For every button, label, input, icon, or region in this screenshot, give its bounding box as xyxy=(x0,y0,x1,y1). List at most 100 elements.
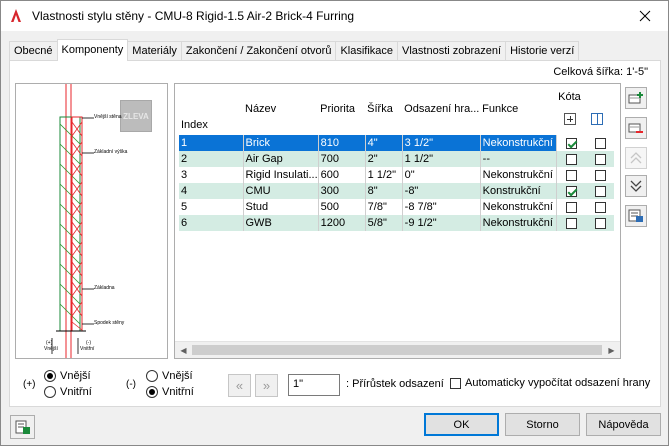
column-header-name[interactable]: Název xyxy=(243,87,318,135)
tab-general[interactable]: Obecné xyxy=(9,41,58,61)
row-width[interactable]: 5/8" xyxy=(365,215,403,231)
tab-endcaps[interactable]: Zakončení / Zakončení otvorů xyxy=(180,41,337,61)
table-row[interactable]: 6 GWB 1200 5/8" -9 1/2" Nekonstrukční xyxy=(179,215,615,231)
dimension-center-checkbox[interactable] xyxy=(594,201,606,213)
column-header-width[interactable]: Šířka xyxy=(365,87,402,135)
plus-side-inner-option[interactable]: Vnitřní xyxy=(44,384,92,400)
scroll-left-arrow-icon[interactable]: ◀ xyxy=(175,342,192,358)
tab-materials[interactable]: Materiály xyxy=(127,41,182,61)
row-function[interactable]: Nekonstrukční xyxy=(480,215,557,231)
dimension-center-checkbox[interactable] xyxy=(594,137,606,149)
row-name[interactable]: Air Gap xyxy=(243,151,319,167)
ok-button[interactable]: OK xyxy=(424,413,499,436)
row-name[interactable]: Rigid Insulati... xyxy=(243,167,319,183)
row-offset[interactable]: -8 7/8" xyxy=(402,199,481,215)
dimension-outer-checkbox[interactable] xyxy=(565,153,577,165)
dimension-outer-checkbox[interactable] xyxy=(565,201,577,213)
row-width[interactable]: 2" xyxy=(365,151,403,167)
row-name[interactable]: GWB xyxy=(243,215,319,231)
row-offset[interactable]: 0" xyxy=(402,167,481,183)
preview-inner-label: Vnitřní xyxy=(80,346,95,352)
minus-side-radio-group: Vnější Vnitřní xyxy=(146,368,194,400)
row-priority[interactable]: 500 xyxy=(318,199,366,215)
column-header-index[interactable]: Index xyxy=(179,87,243,135)
column-header-function[interactable]: Funkce xyxy=(480,87,556,135)
shift-right-button[interactable]: » xyxy=(255,374,278,397)
help-button[interactable]: Nápověda xyxy=(586,413,661,436)
table-row[interactable]: 4 CMU 300 8" -8" Konstrukční xyxy=(179,183,615,199)
remove-component-button[interactable] xyxy=(625,117,647,139)
dialog-window: Vlastnosti stylu stěny - CMU-8 Rigid-1.5… xyxy=(0,0,669,446)
horizontal-scrollbar[interactable]: ◀ ▶ xyxy=(175,341,620,358)
row-function[interactable]: Nekonstrukční xyxy=(480,199,557,215)
move-down-button[interactable] xyxy=(625,175,647,197)
row-function[interactable]: Konstrukční xyxy=(480,183,557,199)
tab-classification[interactable]: Klasifikace xyxy=(335,41,399,61)
offset-increment-input[interactable]: 1" xyxy=(288,374,340,396)
row-offset[interactable]: 1 1/2" xyxy=(402,151,481,167)
table-row[interactable]: 2 Air Gap 700 2" 1 1/2" -- xyxy=(179,151,615,167)
dimension-center-checkbox[interactable] xyxy=(594,169,606,181)
tab-version-history[interactable]: Historie verzí xyxy=(505,41,580,61)
row-width[interactable]: 8" xyxy=(365,183,403,199)
dimension-center-checkbox[interactable] xyxy=(594,153,606,165)
row-name[interactable]: Brick xyxy=(243,135,319,151)
row-offset[interactable]: -8" xyxy=(402,183,481,199)
table-row[interactable]: 3 Rigid Insulati... 600 1 1/2" 0" Nekons… xyxy=(179,167,614,183)
row-index: 5 xyxy=(179,199,244,215)
row-priority[interactable]: 1200 xyxy=(318,215,366,231)
auto-offset-option[interactable]: Automaticky vypočítat odsazení hrany xyxy=(450,377,650,389)
row-priority[interactable]: 600 xyxy=(318,167,366,183)
tab-components[interactable]: Komponenty xyxy=(56,39,129,61)
row-offset[interactable]: 3 1/2" xyxy=(402,135,481,151)
row-index: 6 xyxy=(179,215,244,231)
dimension-outer-checkbox[interactable] xyxy=(565,137,577,149)
row-offset[interactable]: -9 1/2" xyxy=(402,215,481,231)
dimension-outer-checkbox[interactable] xyxy=(565,217,577,229)
column-header-dimension[interactable]: Kóta xyxy=(556,87,614,135)
cancel-button[interactable]: Storno xyxy=(505,413,580,436)
tab-display-properties[interactable]: Vlastnosti zobrazení xyxy=(397,41,507,61)
add-component-button[interactable] xyxy=(625,87,647,109)
table-row[interactable]: 1 Brick 810 4" 3 1/2" Nekonstrukční xyxy=(179,135,615,151)
scrollbar-thumb[interactable] xyxy=(192,345,602,355)
column-header-priority[interactable]: Priorita xyxy=(318,87,365,135)
row-function[interactable]: Nekonstrukční xyxy=(480,167,557,183)
row-function[interactable]: -- xyxy=(480,151,557,167)
row-priority[interactable]: 300 xyxy=(318,183,366,199)
move-up-button[interactable] xyxy=(625,147,647,169)
column-header-edge-offset[interactable]: Odsazení hra... xyxy=(402,87,480,135)
row-priority[interactable]: 700 xyxy=(318,151,366,167)
shift-left-button[interactable]: « xyxy=(228,374,251,397)
close-button[interactable] xyxy=(622,1,668,31)
style-browser-button[interactable] xyxy=(10,415,35,439)
plus-side-outer-option[interactable]: Vnější xyxy=(44,368,92,384)
minus-outer-radio[interactable] xyxy=(146,370,158,382)
row-index: 3 xyxy=(179,167,244,183)
row-name[interactable]: CMU xyxy=(243,183,319,199)
plus-outer-radio[interactable] xyxy=(44,370,56,382)
row-width[interactable]: 1 1/2" xyxy=(365,167,403,183)
scroll-right-arrow-icon[interactable]: ▶ xyxy=(603,342,620,358)
components-grid[interactable]: Index Název Priorita Šířka Odsazení hra.… xyxy=(174,83,621,359)
row-name[interactable]: Stud xyxy=(243,199,319,215)
dimension-outer-checkbox[interactable] xyxy=(565,185,577,197)
add-component-icon xyxy=(628,92,643,104)
minus-side-inner-option[interactable]: Vnitřní xyxy=(146,384,194,400)
row-width[interactable]: 4" xyxy=(365,135,403,151)
table-row[interactable]: 5 Stud 500 7/8" -8 7/8" Nekonstrukční xyxy=(179,199,614,215)
component-properties-button[interactable] xyxy=(625,205,647,227)
auto-offset-checkbox[interactable] xyxy=(450,377,461,389)
dimension-center-checkbox[interactable] xyxy=(594,217,606,229)
minus-inner-radio[interactable] xyxy=(146,386,158,398)
grid-header-row: Index Název Priorita Šířka Odsazení hra.… xyxy=(179,87,614,135)
plus-inner-radio[interactable] xyxy=(44,386,56,398)
row-width[interactable]: 7/8" xyxy=(365,199,403,215)
minus-side-outer-option[interactable]: Vnější xyxy=(146,368,194,384)
row-priority[interactable]: 810 xyxy=(318,135,366,151)
from-left-button[interactable]: ZLEVA xyxy=(120,100,152,132)
tab-strip: Obecné Komponenty Materiály Zakončení / … xyxy=(9,39,580,61)
row-function[interactable]: Nekonstrukční xyxy=(480,135,557,151)
dimension-center-checkbox[interactable] xyxy=(594,185,606,197)
dimension-outer-checkbox[interactable] xyxy=(565,169,577,181)
